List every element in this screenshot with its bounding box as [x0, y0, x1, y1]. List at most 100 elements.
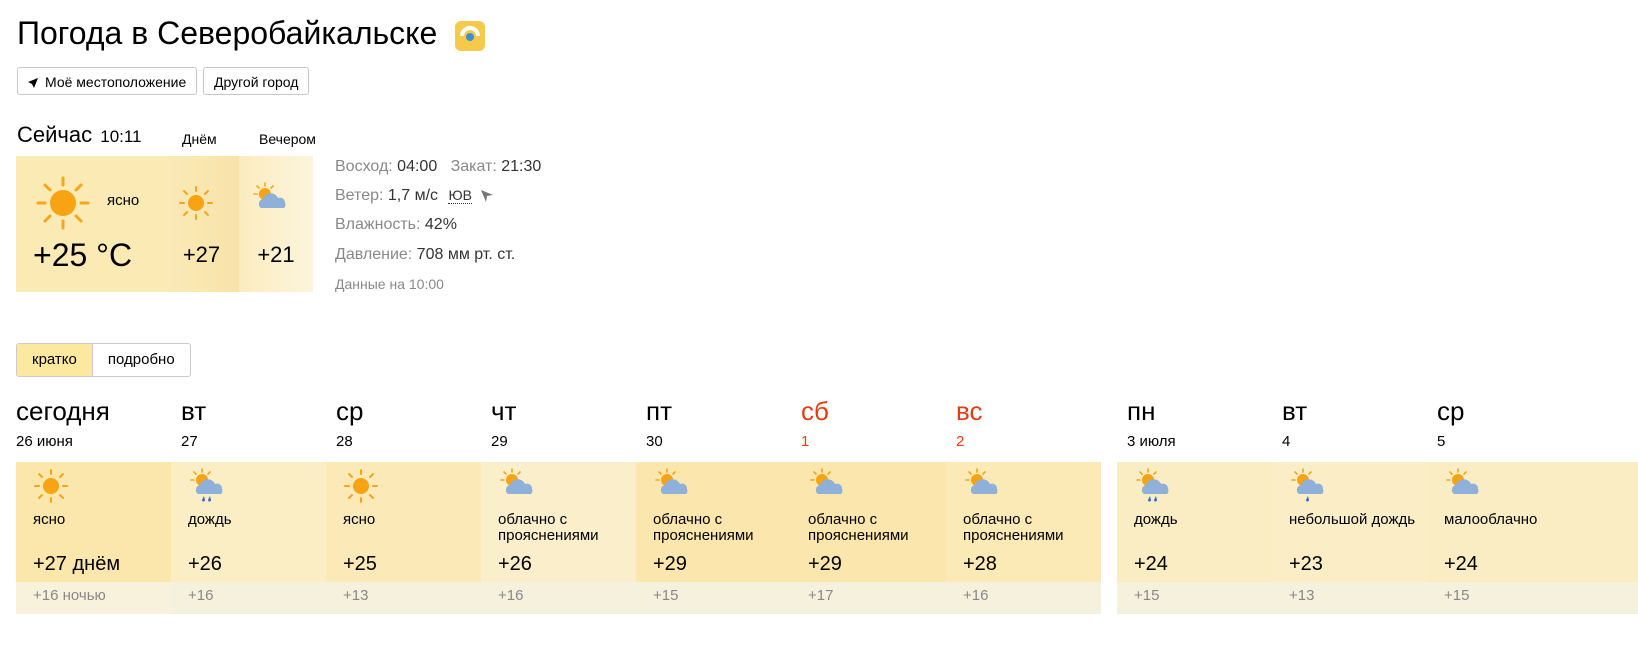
pressure-info: Давление: 708 мм рт. ст. [335, 246, 515, 264]
wind-direction[interactable]: ЮВ [448, 187, 472, 204]
evening-forecast-card: +21 [239, 156, 313, 292]
forecast-night-temp: +16 [188, 587, 214, 604]
cloud-rain-icon [1134, 468, 1172, 509]
forecast-day-name: сб [801, 396, 829, 426]
current-weather-card: ясно +25 °C [16, 156, 164, 292]
my-location-label: Моё местоположение [45, 74, 187, 90]
sun-times: Восход: 04:00 Закат: 21:30 [335, 158, 541, 176]
forecast-day-name: сегодня [16, 396, 110, 426]
partly-cloudy-icon [253, 182, 286, 208]
sunrise-value: 04:00 [397, 158, 438, 175]
current-temperature: +25 °C [33, 237, 133, 273]
sunset-label: Закат: [450, 158, 497, 175]
forecast-day-temp: +28 [963, 553, 997, 575]
page-title-text: Погода в Северобайкальске [17, 15, 438, 51]
partly-cloudy-icon [653, 468, 691, 509]
forecast-day-temp: +26 [188, 553, 222, 575]
forecast-date: 5 [1437, 433, 1446, 450]
forecast-night-temp: +13 [1289, 587, 1315, 604]
now-label: Сейчас [17, 122, 93, 147]
forecast-date: 4 [1282, 433, 1291, 450]
weather-logo-icon [455, 20, 486, 51]
now-time: 10:11 [100, 127, 142, 146]
forecast-condition: облачно с прояснениями [808, 511, 909, 544]
sun-icon [36, 176, 90, 230]
humidity-label: Влажность: [335, 216, 421, 233]
data-timestamp: Данные на 10:00 [335, 276, 444, 292]
forecast-condition: дождь [1134, 511, 1178, 528]
forecast-condition: дождь [188, 511, 232, 528]
sun-rain-icon [188, 468, 226, 509]
wind-label: Ветер: [335, 187, 384, 204]
other-city-button[interactable]: Другой город [203, 67, 310, 95]
forecast-date: 1 [801, 433, 810, 450]
forecast-day-temp: +24 [1134, 553, 1168, 575]
forecast-day-name: чт [491, 396, 517, 426]
forecast-day-temp: +26 [498, 553, 532, 575]
forecast-night-temp: +15 [1134, 587, 1160, 604]
humidity-info: Влажность: 42% [335, 216, 457, 234]
sunset-value: 21:30 [501, 158, 542, 175]
forecast-day-temp: +23 [1289, 553, 1323, 575]
forecast-date: 28 [336, 433, 353, 450]
sun-icon [343, 468, 379, 509]
partly-cloudy-icon [498, 468, 536, 509]
location-arrow-icon [28, 78, 38, 88]
forecast-condition: малооблачно [1444, 511, 1538, 528]
forecast-date: 3 июля [1127, 433, 1176, 450]
forecast-date: 29 [491, 433, 508, 450]
day-label: Днём [182, 131, 217, 147]
sunrise-label: Восход: [335, 158, 393, 175]
day-temperature: +27 [182, 242, 221, 267]
forecast-day-temp: +29 [653, 553, 687, 575]
forecast-night-temp: +16 [498, 587, 524, 604]
forecast-day-name: вт [181, 396, 207, 426]
forecast-day-name: пн [1127, 396, 1156, 426]
forecast-day-temp: +27 днём [33, 553, 121, 575]
forecast-day-temp: +25 [343, 553, 377, 575]
forecast-night-temp: +16 ночью [33, 587, 106, 604]
page-title: Погода в Северобайкальске [17, 14, 486, 52]
now-header: Сейчас 10:11 [17, 122, 142, 148]
cloud-light-rain-icon [1289, 468, 1327, 509]
forecast-date: 27 [181, 433, 198, 450]
forecast-condition: ясно [33, 511, 66, 528]
forecast-condition: облачно с прояснениями [963, 511, 1064, 544]
forecast-day-name: пт [646, 396, 672, 426]
sun-icon [33, 468, 69, 509]
forecast-condition: облачно с прояснениями [653, 511, 754, 544]
day-forecast-card: +27 [164, 156, 239, 292]
partly-cloudy-icon [963, 468, 1001, 509]
forecast-night-temp: +15 [653, 587, 679, 604]
detailed-view-tab[interactable]: подробно [93, 344, 190, 376]
forecast-night-temp: +15 [1444, 587, 1470, 604]
pressure-value: 708 мм рт. ст. [416, 246, 516, 263]
forecast-date: 30 [646, 433, 663, 450]
my-location-button[interactable]: Моё местоположение [17, 67, 198, 95]
humidity-value: 42% [424, 216, 457, 233]
forecast-day-name: ср [1437, 396, 1465, 426]
forecast-condition: небольшой дождь [1289, 511, 1416, 528]
evening-temperature: +21 [257, 242, 295, 267]
forecast-condition: ясно [343, 511, 376, 528]
short-view-tab[interactable]: кратко [17, 344, 93, 376]
forecast-day-temp: +24 [1444, 553, 1478, 575]
forecast-night-temp: +13 [343, 587, 369, 604]
wind-info: Ветер: 1,7 м/с ЮВ [335, 187, 494, 205]
sun-icon [179, 186, 213, 220]
forecast-date: 26 июня [16, 433, 73, 450]
forecast-date: 2 [956, 433, 965, 450]
forecast-night-temp: +17 [808, 587, 834, 604]
view-toggle: кратко подробно [16, 343, 191, 377]
evening-label: Вечером [259, 131, 316, 147]
forecast-condition: облачно с прояснениями [498, 511, 599, 544]
forecast-day-name: вс [956, 396, 983, 426]
wind-direction-icon [481, 190, 494, 202]
partly-cloudy-icon [1444, 468, 1482, 509]
partly-cloudy-icon [808, 468, 846, 509]
current-condition: ясно [107, 192, 140, 209]
pressure-label: Давление: [335, 246, 413, 263]
wind-value: 1,7 м/с [387, 187, 439, 204]
forecast-day-name: вт [1282, 396, 1308, 426]
other-city-label: Другой город [214, 74, 299, 90]
